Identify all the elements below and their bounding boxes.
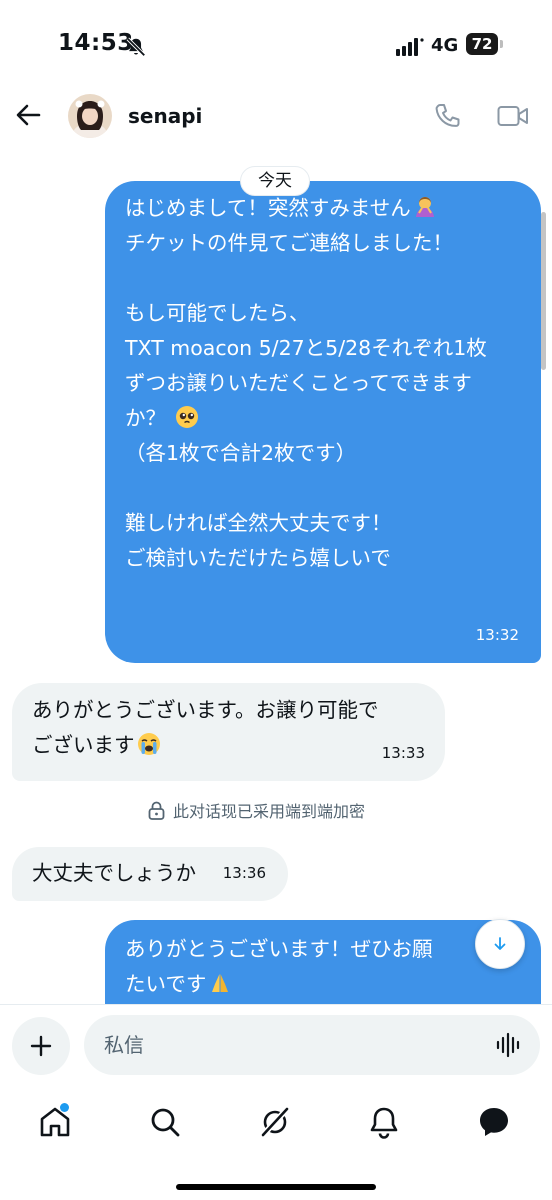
person-bowing-emoji-icon — [415, 197, 434, 217]
message-bubble-incoming[interactable]: 大丈夫でしょうか 13:36 — [12, 847, 288, 901]
conversation-header: senapi — [0, 90, 552, 142]
message-line: はじめまして！突然すみません — [125, 191, 521, 226]
folded-hands-emoji-icon — [212, 974, 229, 992]
message-line: もし可能でしたら、 — [125, 301, 310, 325]
back-arrow-icon[interactable] — [14, 102, 42, 128]
message-timestamp: 13:32 — [475, 626, 519, 644]
status-bar: 14:53 4G 72 — [0, 0, 552, 90]
message-line: ご検討いただけたら嬉しいで — [125, 546, 391, 570]
message-line — [125, 261, 521, 296]
message-line: か？ — [125, 401, 521, 436]
message-composer — [0, 1004, 552, 1086]
battery-icon: 72 — [466, 33, 506, 57]
message-list[interactable]: 今天 はじめまして！突然すみません チケットの件見てご連絡しました！ もし可能で… — [0, 142, 552, 1004]
message-line — [125, 471, 521, 506]
contact-name[interactable]: senapi — [128, 104, 202, 128]
messages-icon[interactable] — [476, 1104, 512, 1140]
message-line: （各1枚で合計2枚です） — [125, 441, 357, 465]
scroll-to-bottom-button[interactable] — [475, 919, 525, 969]
network-label: 4G — [431, 35, 459, 56]
scrollbar[interactable] — [541, 212, 546, 370]
avatar-image — [68, 94, 112, 138]
voice-waveform-icon[interactable] — [496, 1032, 522, 1058]
message-bubble-outgoing[interactable]: ありがとうございます！ぜひお願 たいです — [105, 920, 541, 1004]
phone-icon[interactable] — [434, 102, 460, 130]
add-attachment-button[interactable] — [12, 1017, 70, 1075]
video-camera-icon[interactable] — [497, 104, 529, 128]
battery-tip — [500, 40, 503, 48]
pleading-face-emoji-icon — [175, 406, 198, 428]
grok-icon[interactable] — [257, 1104, 293, 1140]
message-line: ずつお譲りいただくことってできます — [125, 371, 472, 395]
bell-off-icon — [126, 37, 146, 57]
message-input[interactable] — [104, 1029, 484, 1061]
message-timestamp: 13:33 — [381, 744, 425, 762]
bell-icon[interactable] — [366, 1104, 402, 1140]
message-line: ありがとうございます。お譲り可能で — [32, 698, 379, 722]
home-notification-dot — [60, 1103, 69, 1112]
message-timestamp: 13:36 — [222, 864, 266, 882]
status-time: 14:53 — [58, 30, 134, 56]
search-icon[interactable] — [147, 1104, 183, 1140]
date-divider: 今天 — [240, 166, 310, 196]
signal-icon — [396, 38, 424, 56]
message-line: 大丈夫でしょうか — [32, 861, 196, 885]
encryption-notice-text: 此对话现已采用端到端加密 — [173, 802, 366, 821]
crying-face-emoji-icon — [137, 733, 160, 755]
message-line: たいです — [125, 967, 521, 1002]
arrow-down-icon — [494, 937, 506, 950]
bottom-tab-bar — [0, 1086, 552, 1200]
message-bubble-incoming[interactable]: ありがとうございます。お譲り可能で ございます 13:33 — [12, 683, 445, 781]
message-line: TXT moacon 5/27と5/28それぞれ1枚 — [125, 336, 487, 360]
message-line: 難しければ全然大丈夫です！ — [125, 511, 392, 535]
lock-icon — [148, 801, 165, 820]
avatar[interactable] — [68, 94, 112, 138]
message-line: ありがとうございます！ぜひお願 — [125, 937, 433, 961]
message-line: ございます — [32, 728, 425, 763]
battery-level: 72 — [466, 33, 498, 55]
message-line: チケットの件見てご連絡しました！ — [125, 231, 453, 255]
plus-icon — [30, 1035, 52, 1057]
home-indicator — [176, 1184, 376, 1190]
encryption-notice[interactable]: 此对话现已采用端到端加密 — [148, 798, 365, 822]
message-bubble-outgoing[interactable]: はじめまして！突然すみません チケットの件見てご連絡しました！ もし可能でしたら… — [105, 181, 541, 663]
message-input-box — [84, 1015, 540, 1075]
